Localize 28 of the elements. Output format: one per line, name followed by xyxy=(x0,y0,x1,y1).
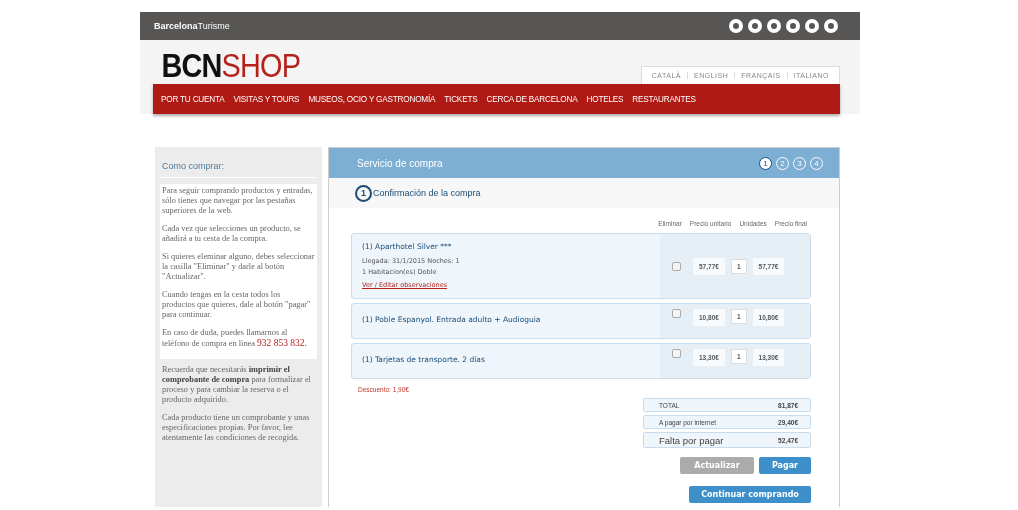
help-paragraph: Cuando tengas en la cesta todos los productos que quieres, dale al botón "pagar" para continuar. xyxy=(162,290,312,320)
help-paragraph: En caso de duda, puedes llamarnos al teléfono de compra en linea 932 853 832. xyxy=(162,328,308,349)
nav-item[interactable]: VISITAS Y TOURS xyxy=(233,94,300,104)
remove-checkbox[interactable] xyxy=(672,349,681,358)
remove-checkbox[interactable] xyxy=(672,261,681,271)
note-paragraph: Cada producto tiene un comprobante y unas especificaciones propias. Por favor, lee atentamente las condiciones de recogida. xyxy=(162,413,311,443)
nav-item[interactable]: POR TU CUENTA xyxy=(161,94,225,104)
sidebar-title: Como comprar: xyxy=(160,157,317,178)
remove-checkbox[interactable] xyxy=(672,309,681,318)
barcelona-turisme-logo[interactable]: BarcelonaTurisme xyxy=(154,21,230,31)
total-label: Falta por pagar xyxy=(659,434,724,446)
step-number: 1 xyxy=(355,184,372,202)
help-paragraph: Cada vez que selecciones un producto, se añadirá a tu cesta de la compra. xyxy=(162,224,302,244)
pay-button[interactable]: Pagar xyxy=(759,457,811,474)
nav-item[interactable]: TICKETS xyxy=(444,94,478,104)
nav-item[interactable]: HOTELES xyxy=(586,94,624,104)
help-paragraph: Si quieres eleminar alguno, debes seleccionar la casilla "Eliminar" y darle al botón "Actualizar". xyxy=(162,252,315,282)
nav-item[interactable]: CERCA DE BARCELONA xyxy=(486,94,578,104)
note-paragraph: Recuerda que necesitarás imprimir el comprobante de compra para formalizar el proceso y para cambiar la reserva o el producto adquirido. xyxy=(162,365,312,405)
step-indicator: 1 xyxy=(759,156,772,170)
phone-link[interactable]: 932 853 832. xyxy=(257,338,307,348)
bcnshop-logo[interactable]: BCNSHOP xyxy=(153,46,301,84)
help-paragraph: Para seguir comprando productos y entradas, sólo tienes que navegar por las pestañas superiores de la web. xyxy=(162,186,314,216)
continue-shopping-button[interactable]: Continuar comprando xyxy=(689,486,811,503)
nav-item[interactable]: RESTAURANTES xyxy=(632,94,696,104)
step-title: Confirmación de la compra xyxy=(373,188,481,198)
nav-item[interactable]: MUSEOS, OCIO Y GASTRONOMÍA xyxy=(308,94,436,104)
panel-title: Servicio de compra xyxy=(357,157,443,169)
